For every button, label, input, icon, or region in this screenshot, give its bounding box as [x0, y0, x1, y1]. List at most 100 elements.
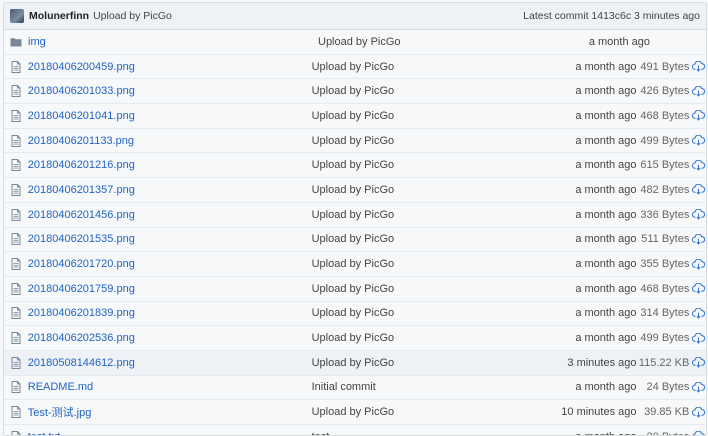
file-name-link[interactable]: 20180406201216.png	[28, 159, 312, 171]
cloud-download-icon[interactable]	[690, 110, 706, 122]
cloud-download-icon[interactable]	[690, 283, 706, 295]
latest-commit-info[interactable]: Latest commit 1413c6c 3 minutes ago	[523, 10, 700, 22]
commit-age: a month ago	[575, 85, 637, 98]
file-icon	[10, 356, 22, 369]
file-icon	[10, 109, 22, 122]
file-name-link[interactable]: 20180406201720.png	[28, 258, 312, 270]
file-row[interactable]: test.txttesta month ago20 Bytes	[4, 425, 706, 435]
file-name-link[interactable]: test.txt	[28, 431, 312, 435]
file-name-link[interactable]: Test-测试.jpg	[28, 404, 312, 420]
file-size: 468 Bytes	[640, 282, 690, 295]
cloud-download-icon[interactable]	[690, 184, 706, 196]
commit-message[interactable]: Upload by PicGo	[93, 10, 172, 22]
cloud-download-icon[interactable]	[690, 159, 706, 171]
file-row[interactable]: 20180406201535.png Upload by PicGo a month…	[4, 227, 706, 253]
commit-age: a month ago	[575, 381, 637, 394]
commit-message-link[interactable]: Upload by PicGo	[312, 406, 537, 418]
file-name-link[interactable]: 20180406201033.png	[28, 85, 312, 97]
cloud-download-icon[interactable]	[690, 233, 706, 245]
file-size: 39.85 KB	[644, 406, 690, 419]
commit-age: a month ago	[575, 208, 637, 221]
cloud-download-icon[interactable]	[690, 307, 706, 319]
commit-message-link[interactable]: Upload by PicGo	[312, 209, 537, 221]
file-name-link[interactable]: 20180406200459.png	[28, 61, 312, 73]
cloud-download-icon[interactable]	[690, 332, 706, 344]
cloud-download-icon[interactable]	[690, 258, 706, 270]
cloud-download-icon[interactable]	[690, 406, 706, 418]
file-name-link[interactable]: 20180406201357.png	[28, 184, 312, 196]
directory-row[interactable]: img Upload by PicGo a month ago	[4, 30, 706, 55]
commit-message-link[interactable]: test	[312, 431, 537, 435]
file-row[interactable]: 20180406201357.png Upload by PicGo a month…	[4, 178, 706, 203]
commit-age: a month ago	[575, 134, 637, 147]
file-name-link[interactable]: 20180406201133.png	[28, 135, 312, 147]
commit-message-link[interactable]: Upload by PicGo	[312, 61, 537, 73]
file-size: 468 Bytes	[640, 109, 690, 122]
avatar[interactable]	[10, 9, 24, 23]
cloud-download-icon[interactable]	[690, 135, 706, 146]
commit-age: a month ago	[575, 282, 637, 295]
file-row[interactable]: 20180406201041.png Upload by PicGo a month…	[4, 104, 706, 129]
commit-age: 3 minutes ago	[567, 356, 637, 369]
commit-message-link[interactable]: Upload by PicGo	[312, 110, 537, 122]
file-size: 336 Bytes	[640, 208, 690, 221]
file-name-link[interactable]: 20180406202536.png	[28, 332, 312, 344]
file-name-link[interactable]: 20180406201456.png	[28, 209, 312, 221]
commit-message-link[interactable]: Upload by PicGo	[312, 258, 537, 270]
commit-message-link[interactable]: Upload by PicGo	[312, 184, 537, 196]
file-row[interactable]: 20180406201456.png Upload by PicGo a month…	[4, 202, 706, 228]
file-row[interactable]: 20180406201216.png Upload by PicGo a month…	[4, 153, 706, 179]
file-name-link[interactable]: img	[28, 36, 318, 48]
file-row[interactable]: README.md Initial commit a month ago 24 Byt…	[4, 375, 706, 401]
commit-message-link[interactable]: Upload by PicGo	[312, 332, 537, 344]
file-icon	[10, 381, 22, 394]
file-row[interactable]: 20180406202536.png Upload by PicGo a month…	[4, 326, 706, 351]
file-name-link[interactable]: README.md	[28, 381, 312, 393]
file-row[interactable]: Test-测试.jpg Upload by PicGo 10 minutes ago…	[4, 400, 706, 425]
commit-message-link[interactable]: Upload by PicGo	[312, 283, 537, 295]
commit-age: a month ago	[575, 183, 637, 196]
file-row[interactable]: 20180406201133.png Upload by PicGo a month…	[4, 128, 706, 154]
file-row[interactable]: 20180406201033.png Upload by PicGo a month…	[4, 79, 706, 105]
file-row[interactable]: 20180406200459.png Upload by PicGo a month…	[4, 54, 706, 80]
file-name-link[interactable]: 20180406201759.png	[28, 283, 312, 295]
commit-message-link[interactable]: Initial commit	[312, 381, 537, 393]
commit-message-link[interactable]: Upload by PicGo	[312, 159, 537, 171]
file-size: 24 Bytes	[646, 381, 690, 394]
file-size: 499 Bytes	[640, 332, 690, 345]
file-size: 491 Bytes	[640, 60, 690, 73]
cloud-download-icon[interactable]	[690, 209, 706, 220]
commit-age: 10 minutes ago	[561, 406, 637, 419]
cloud-download-icon[interactable]	[690, 357, 706, 369]
commit-age: a month ago	[537, 431, 636, 435]
commit-age: a month ago	[575, 233, 637, 246]
commit-message-link[interactable]: Upload by PicGo	[312, 307, 537, 319]
commit-message-link[interactable]: Upload by PicGo	[312, 357, 537, 369]
file-row[interactable]: 20180406201759.png Upload by PicGo a month…	[4, 276, 706, 302]
commit-author[interactable]: Molunerfinn	[29, 10, 89, 22]
commit-message-link[interactable]: Upload by PicGo	[312, 135, 537, 147]
commit-age: a month ago	[575, 258, 637, 271]
file-row[interactable]: 20180406201720.png Upload by PicGo a month…	[4, 252, 706, 277]
commit-message-link[interactable]: Upload by PicGo	[312, 233, 537, 245]
file-icon	[10, 60, 22, 73]
cloud-download-icon[interactable]	[690, 381, 706, 393]
commit-age: a month ago	[575, 109, 637, 122]
cloud-download-icon[interactable]	[690, 85, 706, 97]
file-name-link[interactable]: 20180406201535.png	[28, 233, 312, 245]
file-size: 426 Bytes	[640, 85, 690, 98]
commit-message-link[interactable]: Upload by PicGo	[312, 85, 537, 97]
cloud-download-icon[interactable]	[690, 431, 706, 435]
file-icon	[10, 134, 22, 147]
file-row[interactable]: 20180508144612.png Upload by PicGo 3 minut…	[4, 350, 706, 376]
file-name-link[interactable]: 20180508144612.png	[28, 357, 312, 369]
commit-message-link[interactable]: Upload by PicGo	[318, 36, 548, 48]
file-size: 20 Bytes	[637, 431, 690, 435]
file-icon	[10, 183, 22, 196]
cloud-download-icon[interactable]	[690, 61, 706, 72]
file-name-link[interactable]: 20180406201839.png	[28, 307, 312, 319]
file-row[interactable]: 20180406201839.png Upload by PicGo a month…	[4, 301, 706, 327]
commit-age: a month ago	[575, 307, 637, 320]
file-list: img Upload by PicGo a month ago 20180406200…	[4, 30, 706, 435]
file-name-link[interactable]: 20180406201041.png	[28, 110, 312, 122]
